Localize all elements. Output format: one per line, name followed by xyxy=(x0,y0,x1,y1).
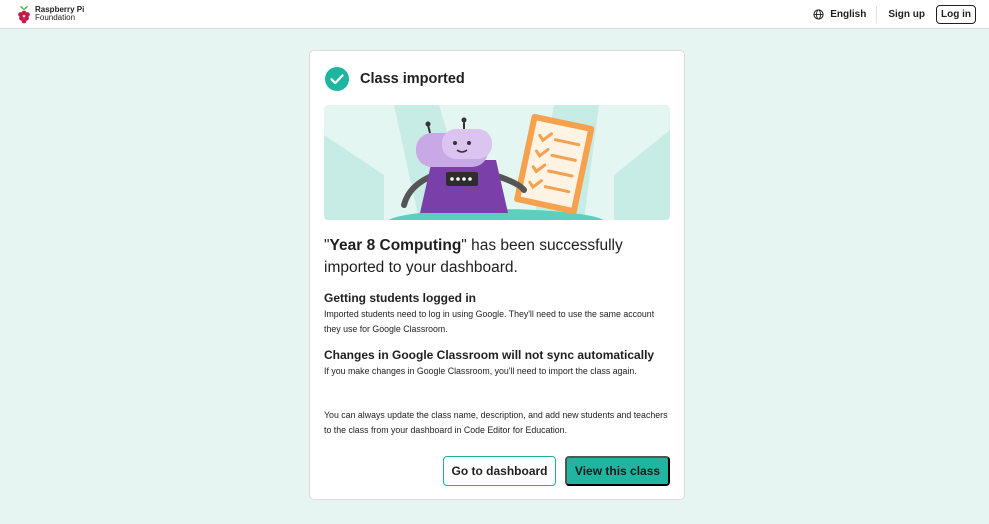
brand-logo[interactable]: Raspberry Pi Foundation xyxy=(16,5,84,24)
footer-note: You can always update the class name, de… xyxy=(324,410,668,435)
header-actions: English Sign up Log in xyxy=(813,0,976,28)
view-class-button[interactable]: View this class xyxy=(565,456,670,486)
class-imported-card: Class imported "Year 8 Computing" has be… xyxy=(309,50,685,500)
globe-icon xyxy=(813,8,824,20)
section-login-body: Imported students need to log in using G… xyxy=(324,309,655,334)
section-login-title: Getting students logged in xyxy=(324,291,476,305)
language-label: English xyxy=(830,8,867,20)
brand-line2: Foundation xyxy=(35,13,76,22)
section-sync-body: If you make changes in Google Classroom,… xyxy=(324,366,637,376)
import-success-message: "Year 8 Computing" has been successfully… xyxy=(324,235,654,279)
raspberry-logo-icon xyxy=(18,5,30,23)
section-sync-title: Changes in Google Classroom will not syn… xyxy=(324,348,655,362)
check-circle-icon xyxy=(325,67,349,91)
signup-link[interactable]: Sign up xyxy=(877,9,936,20)
illustration-graphic xyxy=(324,105,670,220)
brand-name: Raspberry Pi Foundation xyxy=(35,5,84,23)
go-to-dashboard-button[interactable]: Go to dashboard xyxy=(443,456,556,486)
robot-clipboard-illustration xyxy=(324,105,670,220)
card-title: Class imported xyxy=(360,71,465,87)
card-header: Class imported xyxy=(325,67,465,91)
top-nav: Raspberry Pi Foundation English Sign up … xyxy=(0,0,989,29)
class-name: Year 8 Computing xyxy=(329,237,462,254)
language-selector[interactable]: English xyxy=(813,5,878,23)
login-button[interactable]: Log in xyxy=(936,4,976,24)
